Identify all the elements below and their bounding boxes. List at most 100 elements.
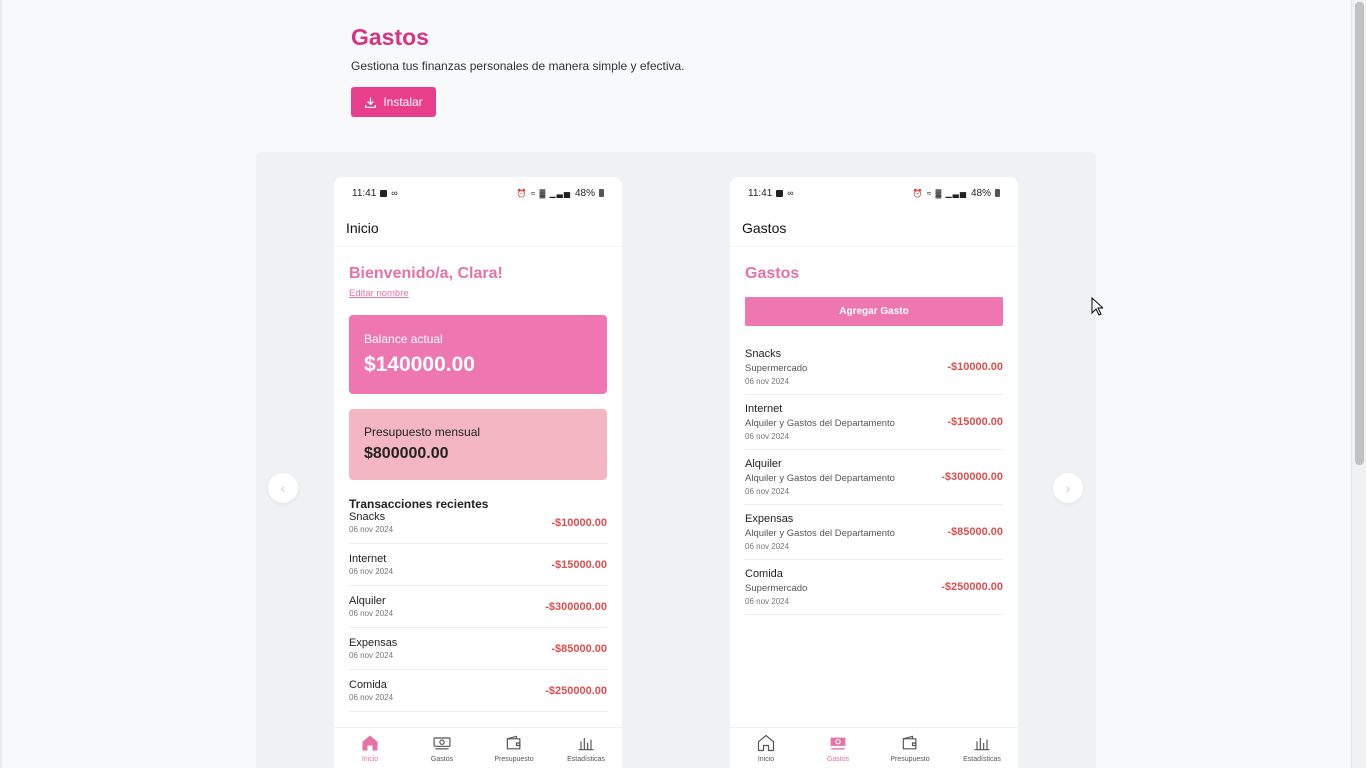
nav-label: Gastos xyxy=(826,756,850,763)
page-scrollbar[interactable] xyxy=(1351,0,1366,768)
nav-label: Estadísticas xyxy=(963,756,1001,763)
battery-level: 48% xyxy=(574,187,595,199)
nav-item-gastos[interactable]: Gastos xyxy=(802,728,874,768)
money-icon xyxy=(433,737,451,750)
expense-list: Snacks Supermercado 06 nov 2024 -$10000.00… xyxy=(745,340,1003,615)
expense-amount: -$300000.00 xyxy=(941,471,1003,483)
install-button[interactable]: Instalar xyxy=(351,87,436,117)
status-time: 11:41 xyxy=(748,187,773,199)
bar-chart-icon xyxy=(578,738,594,751)
check-icon xyxy=(380,189,388,197)
phone-screenshot-inicio: 11:41 ∞ ⏰ ≈ ▓ ▁▃▅ 48% Inicio Bienvenido/… xyxy=(334,177,622,768)
transaction-amount: -$250000.00 xyxy=(545,684,607,697)
section-title: Gastos xyxy=(745,265,800,282)
nav-label: Inicio xyxy=(361,756,379,763)
expense-date: 06 nov 2024 xyxy=(745,487,790,496)
list-item[interactable]: Expensas 06 nov 2024 -$85000.00 xyxy=(349,628,607,670)
page-subtitle: Gestiona tus finanzas personales de mane… xyxy=(351,59,685,73)
transaction-date: 06 nov 2024 xyxy=(349,651,394,660)
signal-icons: ⏰ ≈ ▓ ▁▃▅ xyxy=(516,188,571,198)
nav-item-presupuesto[interactable]: Presupuesto xyxy=(478,728,550,768)
expense-date: 06 nov 2024 xyxy=(745,597,790,606)
transaction-date: 06 nov 2024 xyxy=(349,609,394,618)
transaction-amount: -$15000.00 xyxy=(551,558,607,571)
screenshot-carousel: ‹ › 11:41 ∞ ⏰ ≈ ▓ ▁▃▅ 48% Inicio Bienven… xyxy=(256,152,1096,768)
list-item[interactable]: Internet Alquiler y Gastos del Departamen… xyxy=(745,395,1003,450)
install-label: Instalar xyxy=(383,95,423,109)
check-icon xyxy=(776,189,784,197)
app-bar: Gastos xyxy=(730,209,1018,247)
voicemail-icon: ∞ xyxy=(787,188,794,198)
expense-name: Snacks xyxy=(745,348,782,360)
signal-icons: ⏰ ≈ ▓ ▁▃▅ xyxy=(912,188,967,198)
transaction-date: 06 nov 2024 xyxy=(349,693,394,702)
nav-item-inicio[interactable]: Inicio xyxy=(334,728,406,768)
list-item[interactable]: Alquiler Alquiler y Gastos del Departamen… xyxy=(745,450,1003,505)
recent-transactions-title: Transacciones recientes xyxy=(349,497,489,511)
transaction-name: Expensas xyxy=(349,637,398,649)
add-expense-button[interactable]: Agregar Gasto xyxy=(745,297,1003,326)
status-time: 11:41 xyxy=(352,187,377,199)
expense-name: Comida xyxy=(745,568,783,580)
download-icon xyxy=(365,97,377,108)
nav-item-presupuesto[interactable]: Presupuesto xyxy=(874,728,946,768)
transaction-name: Snacks xyxy=(349,511,386,523)
list-item[interactable]: Internet 06 nov 2024 -$15000.00 xyxy=(349,544,607,586)
app-bar-title: Gastos xyxy=(742,219,787,236)
bottom-nav: Inicio Gastos Presupuesto Estadísticas xyxy=(334,727,622,768)
page-title: Gastos xyxy=(351,24,429,50)
nav-item-gastos[interactable]: Gastos xyxy=(406,728,478,768)
list-item[interactable]: Comida 06 nov 2024 -$250000.00 xyxy=(349,670,607,712)
battery-icon xyxy=(995,189,1000,197)
expense-date: 06 nov 2024 xyxy=(745,432,790,441)
wallet-icon xyxy=(506,735,521,750)
balance-card: Balance actual $140000.00 xyxy=(349,315,607,394)
expense-category: Alquiler y Gastos del Departamento xyxy=(745,473,895,484)
list-item[interactable]: Alquiler 06 nov 2024 -$300000.00 xyxy=(349,586,607,628)
nav-label: Presupuesto xyxy=(494,756,534,763)
transaction-name: Alquiler xyxy=(349,595,386,607)
nav-label: Inicio xyxy=(757,756,775,763)
welcome-heading: Bienvenido/a, Clara! xyxy=(349,265,503,282)
voicemail-icon: ∞ xyxy=(391,188,398,198)
bar-chart-icon xyxy=(974,738,990,751)
nav-label: Estadísticas xyxy=(567,756,605,763)
expense-category: Alquiler y Gastos del Departamento xyxy=(745,528,895,539)
list-item[interactable]: Comida Supermercado 06 nov 2024 -$250000.0… xyxy=(745,560,1003,615)
transaction-date: 06 nov 2024 xyxy=(349,567,394,576)
app-bar-title: Inicio xyxy=(346,219,379,236)
money-icon xyxy=(829,736,847,750)
bottom-nav: Inicio Gastos Presupuesto Estadísticas xyxy=(730,727,1018,768)
nav-item-inicio[interactable]: Inicio xyxy=(730,728,802,768)
home-icon xyxy=(362,735,378,751)
carousel-prev-button[interactable]: ‹ xyxy=(268,473,298,503)
expense-name: Alquiler xyxy=(745,458,782,470)
transaction-amount: -$10000.00 xyxy=(551,517,607,529)
carousel-next-button[interactable]: › xyxy=(1053,473,1083,503)
mouse-cursor-icon xyxy=(1091,297,1103,316)
transaction-name: Comida xyxy=(349,679,387,691)
wallet-icon xyxy=(902,735,917,750)
expense-category: Supermercado xyxy=(745,363,808,374)
battery-level: 48% xyxy=(970,187,991,199)
scrollbar-thumb[interactable] xyxy=(1355,2,1364,465)
nav-item-estadisticas[interactable]: Estadísticas xyxy=(550,728,622,768)
chevron-right-icon: › xyxy=(1065,480,1071,496)
expense-name: Expensas xyxy=(745,513,794,525)
nav-label: Presupuesto xyxy=(890,756,930,763)
expense-category: Alquiler y Gastos del Departamento xyxy=(745,418,895,429)
app-bar: Inicio xyxy=(334,209,622,247)
transaction-date: 06 nov 2024 xyxy=(349,525,394,534)
expense-date: 06 nov 2024 xyxy=(745,542,790,551)
list-item[interactable]: Snacks 06 nov 2024 -$10000.00 xyxy=(349,511,607,544)
list-item[interactable]: Snacks Supermercado 06 nov 2024 -$10000.00 xyxy=(745,340,1003,395)
edit-name-link[interactable]: Editar nombre xyxy=(349,288,409,299)
budget-label: Presupuesto mensual xyxy=(364,425,481,439)
window-edge xyxy=(0,0,2,768)
nav-item-estadisticas[interactable]: Estadísticas xyxy=(946,728,1018,768)
status-bar: 11:41 ∞ ⏰ ≈ ▓ ▁▃▅ 48% xyxy=(334,177,622,209)
expense-amount: -$15000.00 xyxy=(947,416,1003,428)
recent-transactions-list: Snacks 06 nov 2024 -$10000.00 Internet 06 … xyxy=(349,511,607,712)
phone-screenshot-gastos: 11:41 ∞ ⏰ ≈ ▓ ▁▃▅ 48% Gastos Gastos Agre… xyxy=(730,177,1018,768)
list-item[interactable]: Expensas Alquiler y Gastos del Departamen… xyxy=(745,505,1003,560)
